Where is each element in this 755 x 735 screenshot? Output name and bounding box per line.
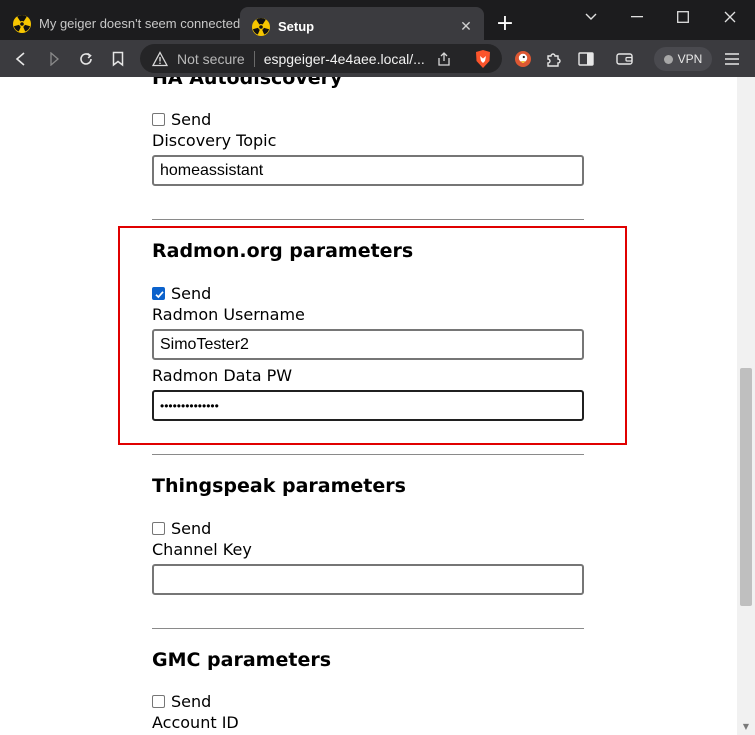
gmc-section-title: GMC parameters (152, 649, 332, 671)
radiation-icon (12, 14, 32, 34)
back-icon[interactable] (10, 48, 32, 70)
address-bar[interactable]: Not secure espgeiger-4e4aee.local/... (140, 44, 502, 73)
menu-icon[interactable] (721, 48, 743, 70)
radmon-username-input[interactable]: SimoTester2 (152, 329, 584, 360)
checkmark-icon (155, 291, 164, 299)
radmon-section-title: Radmon.org parameters (152, 240, 414, 262)
gmc-send-checkbox[interactable] (152, 695, 165, 708)
thingspeak-send-checkbox[interactable] (152, 522, 165, 535)
radmon-send-label[interactable]: Send (171, 284, 211, 303)
discovery-topic-input[interactable]: homeassistant (152, 155, 584, 186)
ha-send-checkbox[interactable] (152, 113, 165, 126)
ha-send-label[interactable]: Send (171, 110, 211, 129)
share-icon[interactable] (436, 51, 452, 71)
wallet-icon[interactable] (614, 48, 636, 70)
security-label[interactable]: Not secure (177, 51, 245, 67)
radmon-password-label: Radmon Data PW (152, 366, 293, 385)
radmon-username-value: SimoTester2 (160, 335, 249, 353)
gmc-send-label[interactable]: Send (171, 692, 211, 711)
forward-icon[interactable] (43, 48, 65, 70)
discovery-topic-value: homeassistant (160, 161, 264, 179)
browser-toolbar: Not secure espgeiger-4e4aee.local/... VP… (0, 40, 755, 77)
discovery-topic-label: Discovery Topic (152, 131, 277, 150)
thingspeak-send-label[interactable]: Send (171, 519, 211, 538)
section-divider (152, 454, 584, 455)
tab-title: Setup (278, 19, 315, 34)
thingspeak-section-title: Thingspeak parameters (152, 475, 406, 497)
tab-inactive[interactable]: My geiger doesn't seem connected - R (0, 7, 240, 40)
radmon-password-input[interactable]: •••••••••••••• (152, 390, 584, 421)
reload-icon[interactable] (75, 48, 97, 70)
maximize-icon[interactable] (660, 6, 706, 28)
radmon-send-checkbox[interactable] (152, 287, 165, 300)
sidebar-toggle-icon[interactable] (575, 48, 597, 70)
account-id-label: Account ID (152, 713, 239, 732)
warning-icon[interactable] (151, 50, 169, 67)
close-window-icon[interactable] (707, 6, 753, 28)
brave-shields-icon[interactable] (474, 49, 492, 73)
vpn-button[interactable]: VPN (654, 47, 712, 71)
radmon-password-mask: •••••••••••••• (160, 398, 219, 413)
minimize-icon[interactable] (614, 6, 660, 28)
tab-title: My geiger doesn't seem connected - R (39, 16, 240, 31)
close-tab-icon[interactable]: ✕ (456, 18, 476, 35)
section-divider (152, 219, 584, 220)
scrollbar-thumb[interactable] (740, 368, 752, 606)
radiation-icon (251, 17, 271, 37)
channel-key-label: Channel Key (152, 540, 252, 559)
vpn-status-dot (663, 54, 673, 64)
channel-key-input[interactable] (152, 564, 584, 595)
bookmark-icon[interactable] (107, 48, 129, 70)
scroll-down-arrow-icon[interactable]: ▼ (741, 722, 751, 732)
address-separator (253, 50, 255, 67)
tab-search-chevron-icon[interactable] (568, 6, 614, 28)
new-tab-button[interactable]: + (494, 13, 516, 35)
url-text[interactable]: espgeiger-4e4aee.local/... (264, 51, 425, 67)
duckduckgo-extension-icon[interactable] (512, 48, 534, 70)
radmon-username-label: Radmon Username (152, 305, 305, 324)
section-divider (152, 628, 584, 629)
extensions-puzzle-icon[interactable] (543, 48, 565, 70)
vpn-label: VPN (677, 52, 703, 66)
